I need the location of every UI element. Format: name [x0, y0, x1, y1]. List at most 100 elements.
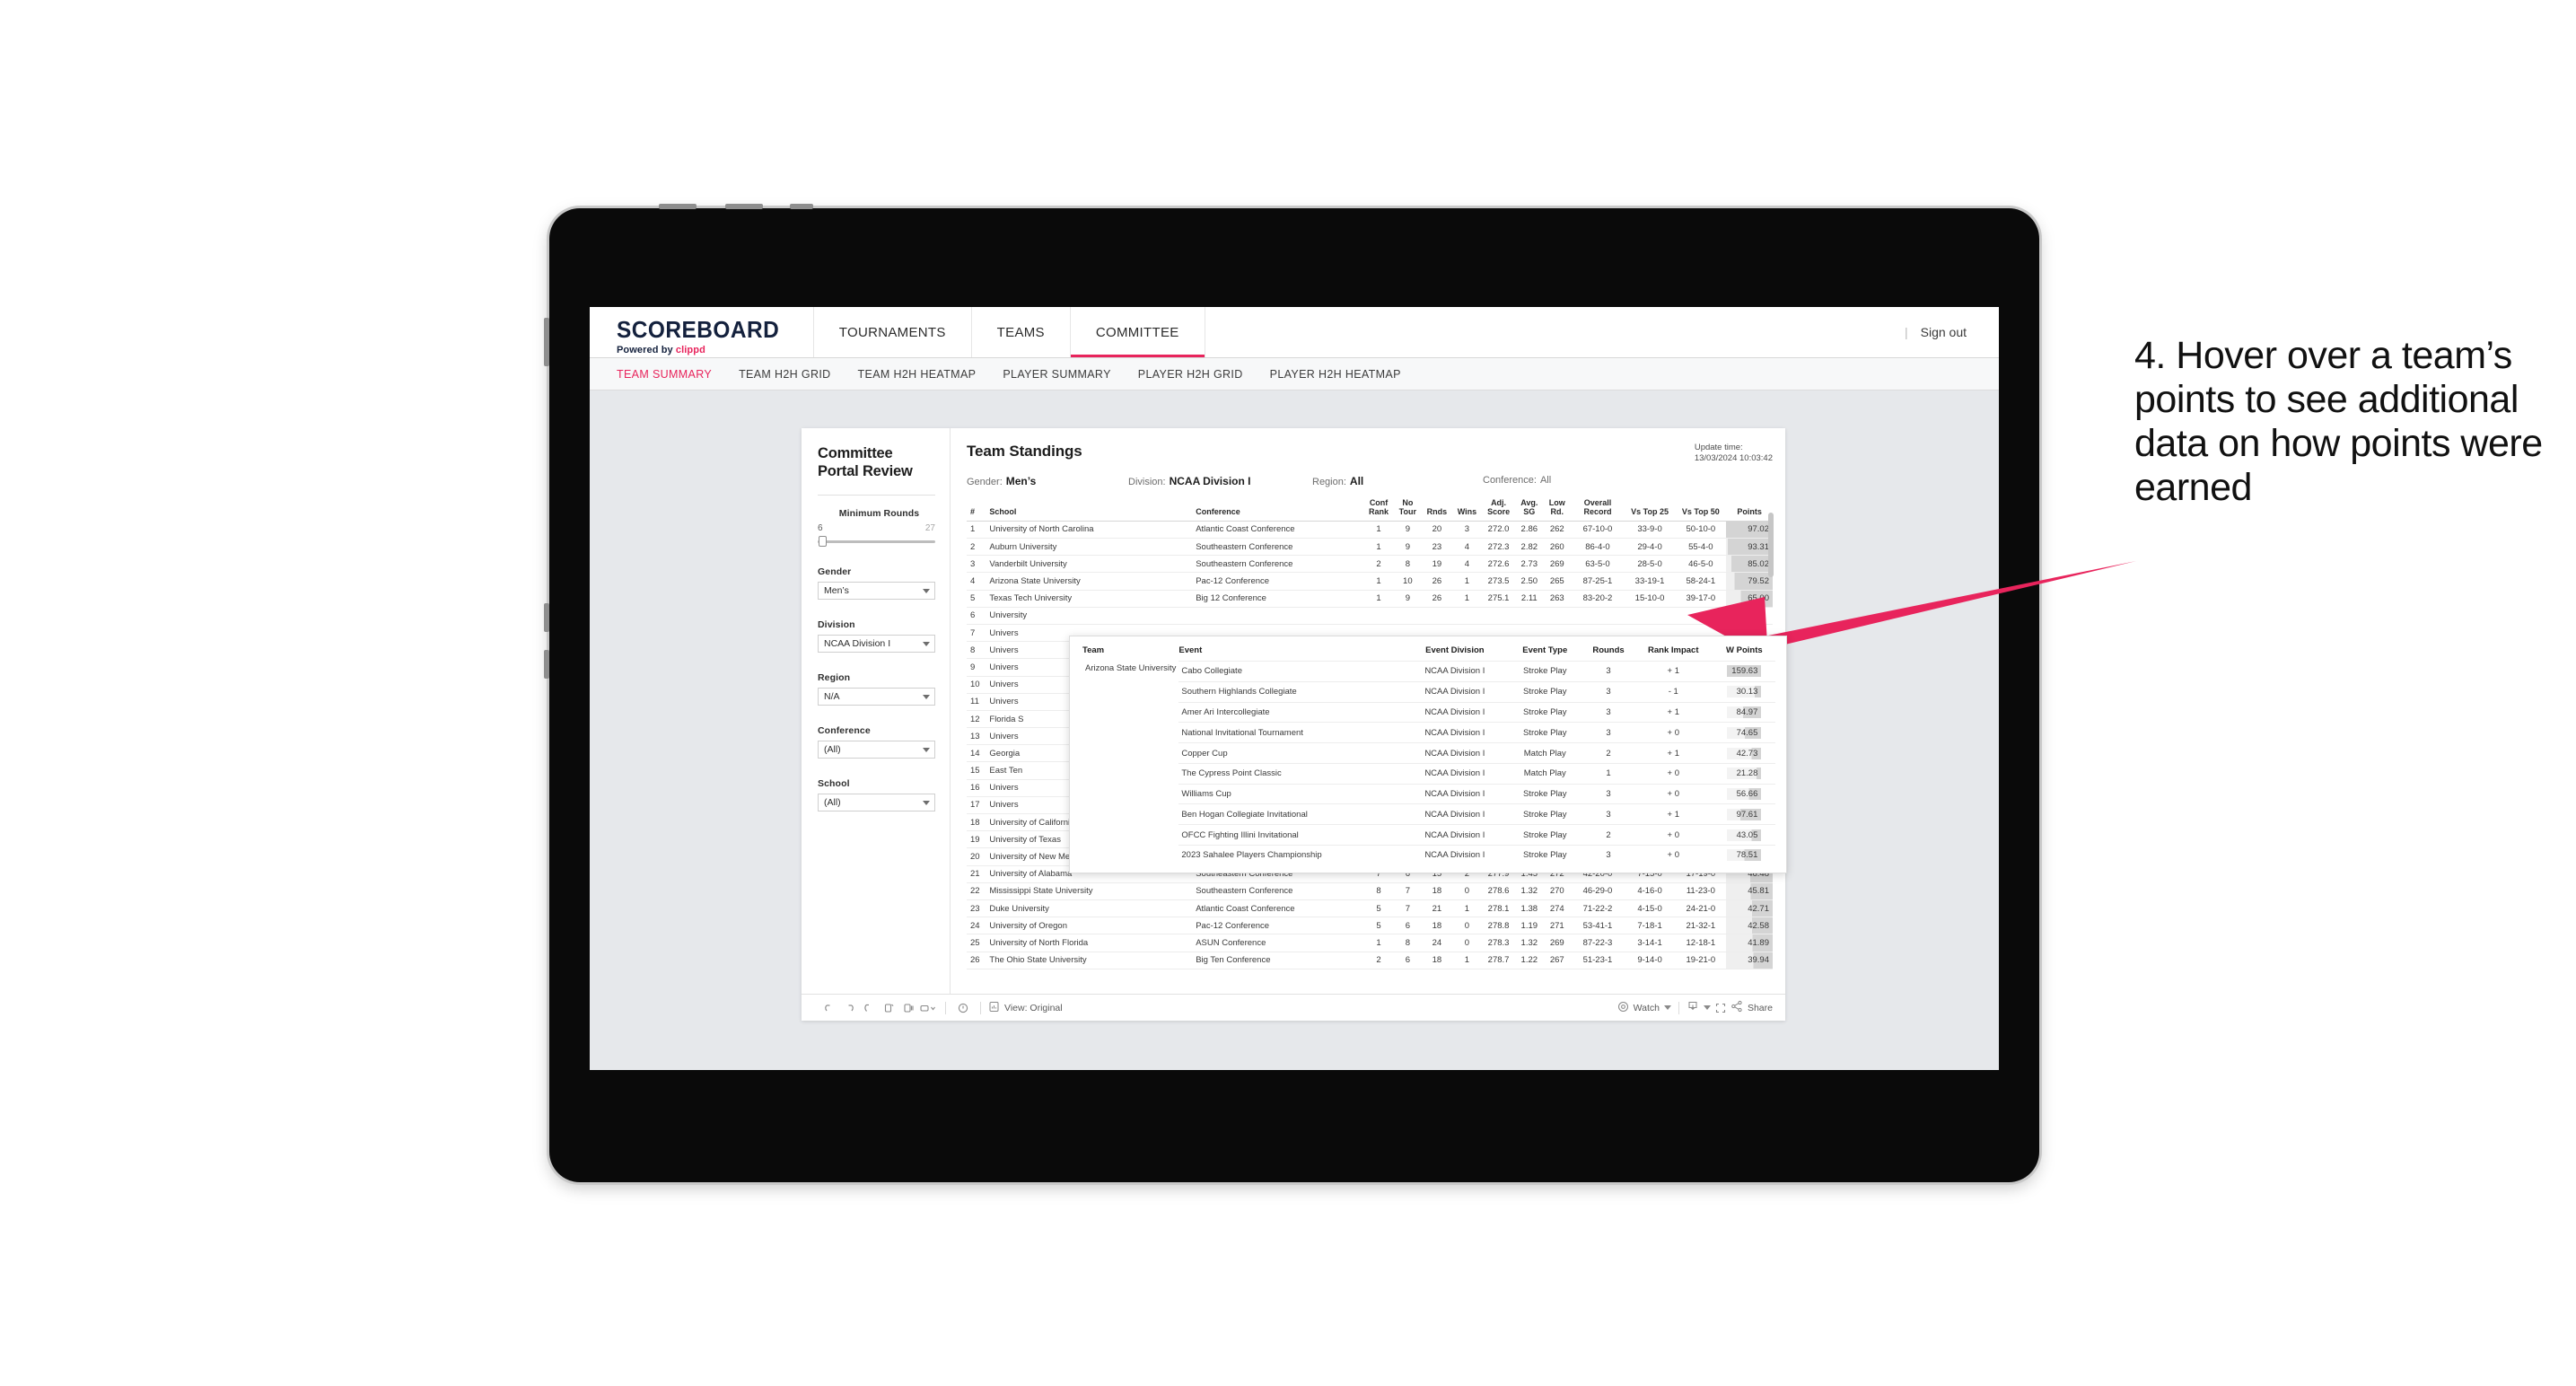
cell-points[interactable]: 97.02: [1726, 521, 1773, 539]
cell-points[interactable]: 93.31: [1726, 538, 1773, 557]
revert-icon[interactable]: [859, 998, 879, 1018]
cell-rank: 17: [967, 796, 986, 815]
division-value: NCAA Division I: [824, 638, 891, 650]
table-row[interactable]: 5 Texas Tech University Big 12 Conference 1…: [967, 590, 1773, 608]
tooltip-cell-event-division: NCAA Division I: [1403, 701, 1507, 723]
table-row[interactable]: 4 Arizona State University Pac-12 Conferen…: [967, 572, 1773, 591]
share-button[interactable]: Share: [1730, 1000, 1773, 1015]
refresh-data-icon[interactable]: [879, 998, 898, 1018]
tooltip-cell-event-division: NCAA Division I: [1403, 661, 1507, 682]
view-original-dropdown-icon[interactable]: [918, 998, 938, 1018]
col-header-vs-top-25[interactable]: Vs Top 25: [1624, 497, 1676, 522]
minimum-rounds-slider[interactable]: [818, 536, 935, 548]
redo-icon[interactable]: [839, 998, 859, 1018]
col-header-school[interactable]: School: [986, 497, 1193, 522]
subnav-item-team-h2h-heatmap[interactable]: TEAM H2H HEATMAP: [858, 368, 977, 381]
tooltip-w-points-value: 74.65: [1727, 726, 1762, 739]
cell-avg-sg: 2.82: [1515, 538, 1544, 557]
cell-points[interactable]: 65.00: [1726, 590, 1773, 608]
device-power-button: [790, 204, 813, 209]
points-value: 65.00: [1726, 590, 1773, 607]
tooltip-cell-rounds: 1: [1583, 762, 1634, 785]
topnav-item-teams[interactable]: TEAMS: [972, 307, 1071, 357]
subnav-item-team-h2h-grid[interactable]: TEAM H2H GRID: [739, 368, 830, 381]
slider-handle[interactable]: [819, 536, 827, 548]
fullscreen-icon[interactable]: [1711, 998, 1730, 1018]
cell-rnds: 24: [1421, 934, 1453, 952]
col-header-points[interactable]: Points: [1726, 497, 1773, 522]
cell-school: University of North Florida: [986, 934, 1193, 952]
cell-points[interactable]: 41.89: [1726, 934, 1773, 952]
cell-vs-top-50: [1675, 607, 1727, 625]
table-row[interactable]: 26 The Ohio State University Big Ten Confe…: [967, 952, 1773, 969]
table-row[interactable]: 3 Vanderbilt University Southeastern Confe…: [967, 555, 1773, 574]
alerts-icon[interactable]: [953, 998, 973, 1018]
school-select[interactable]: (All): [818, 794, 935, 812]
col-header-avg-sg[interactable]: Avg. SG: [1515, 497, 1544, 522]
col-header-rank[interactable]: #: [967, 497, 986, 522]
cell-vs-top-50: 50-10-0: [1675, 521, 1727, 539]
subnav-item-team-summary[interactable]: TEAM SUMMARY: [617, 368, 712, 381]
tooltip-cell-event: 2023 Sahalee Players Championship: [1178, 845, 1404, 865]
table-row[interactable]: 6 University: [967, 607, 1773, 625]
col-header-low-rd[interactable]: Low Rd.: [1543, 497, 1572, 522]
page-title: Team Standings: [967, 443, 1082, 460]
cell-adj-score: 278.8: [1481, 917, 1516, 935]
table-row[interactable]: 25 University of North Florida ASUN Confer…: [967, 934, 1773, 952]
table-row[interactable]: 1 University of North Carolina Atlantic Co…: [967, 521, 1773, 539]
chevron-down-icon: [923, 747, 930, 752]
view-original-button[interactable]: View: Original: [988, 1001, 1063, 1015]
brand-logo[interactable]: SCOREBOARD Powered by clippd: [590, 307, 814, 357]
table-row[interactable]: 22 Mississippi State University Southeaste…: [967, 882, 1773, 900]
pause-updates-icon[interactable]: [898, 998, 918, 1018]
table-row[interactable]: 23 Duke University Atlantic Coast Conferen…: [967, 899, 1773, 918]
col-header-conf-rank[interactable]: Conf Rank: [1363, 497, 1394, 522]
region-select[interactable]: N/A: [818, 688, 935, 706]
undo-icon[interactable]: [819, 998, 839, 1018]
gender-select[interactable]: Men’s: [818, 582, 935, 601]
topnav-item-tournaments[interactable]: TOURNAMENTS: [814, 307, 972, 357]
cell-points[interactable]: 45.81: [1726, 882, 1773, 900]
col-header-vs-top-50[interactable]: Vs Top 50: [1675, 497, 1727, 522]
device-side-button-2: [544, 603, 549, 632]
col-header-overall-record[interactable]: Overall Record: [1571, 497, 1625, 522]
col-header-rnds[interactable]: Rnds: [1421, 497, 1453, 522]
filter-group-conference: Conference (All): [818, 725, 935, 759]
subnav-item-player-summary[interactable]: PLAYER SUMMARY: [1003, 368, 1110, 381]
cell-rank: 24: [967, 917, 986, 935]
annotation-text: 4. Hover over a team’s points to see add…: [2134, 334, 2543, 510]
col-header-adj-score[interactable]: Adj. Score: [1481, 497, 1516, 522]
tooltip-cell-event: Copper Cup: [1178, 742, 1404, 764]
cell-points[interactable]: 39.94: [1726, 952, 1773, 969]
cell-vs-top-50: 24-21-0: [1675, 899, 1727, 918]
col-header-conference[interactable]: Conference: [1192, 497, 1364, 522]
topnav-item-committee[interactable]: COMMITTEE: [1070, 307, 1205, 357]
download-button[interactable]: [1687, 1000, 1711, 1015]
cell-points[interactable]: [1726, 607, 1773, 625]
cell-points[interactable]: 79.52: [1726, 572, 1773, 591]
signout-link[interactable]: Sign out: [1921, 325, 1967, 339]
cell-no-tour: 6: [1393, 917, 1422, 935]
division-select[interactable]: NCAA Division I: [818, 635, 935, 654]
cell-conf-rank: 5: [1363, 917, 1394, 935]
table-row[interactable]: 2 Auburn University Southeastern Conferenc…: [967, 538, 1773, 557]
cell-points[interactable]: 42.58: [1726, 917, 1773, 935]
col-header-no-tour[interactable]: No Tour: [1393, 497, 1422, 522]
cell-points[interactable]: 85.02: [1726, 555, 1773, 574]
slider-track[interactable]: [818, 540, 935, 544]
conference-select[interactable]: (All): [818, 741, 935, 759]
subnav-item-player-h2h-grid[interactable]: PLAYER H2H GRID: [1138, 368, 1243, 381]
cell-points[interactable]: 42.71: [1726, 899, 1773, 918]
tooltip-table-head: Team Event Event Division Event Type Rou…: [1082, 645, 1775, 662]
region-label: Region: [818, 672, 851, 684]
watch-button[interactable]: Watch: [1617, 1001, 1671, 1015]
points-scrollbar[interactable]: [1768, 512, 1774, 577]
subnav-item-player-h2h-heatmap[interactable]: PLAYER H2H HEATMAP: [1270, 368, 1401, 381]
col-header-wins[interactable]: Wins: [1452, 497, 1482, 522]
fs-key: Gender:: [967, 476, 1003, 487]
cell-adj-score: 278.7: [1481, 952, 1516, 969]
table-row[interactable]: 24 University of Oregon Pac-12 Conference 5…: [967, 917, 1773, 935]
cell-conference: Pac-12 Conference: [1192, 572, 1364, 591]
app-top-navigation-bar: SCOREBOARD Powered by clippd TOURNAMENTS…: [590, 307, 1999, 358]
cell-no-tour: 8: [1393, 555, 1422, 574]
